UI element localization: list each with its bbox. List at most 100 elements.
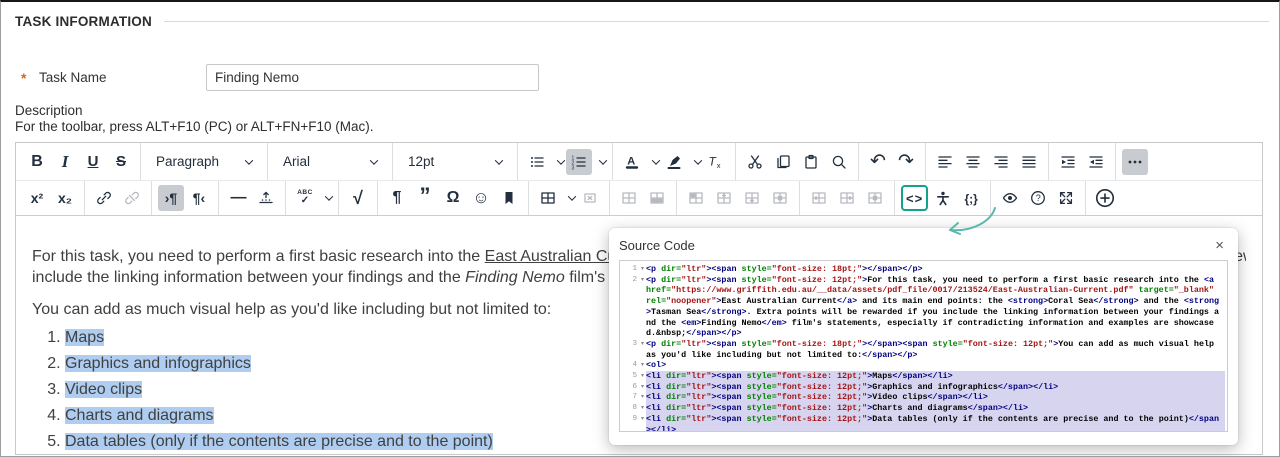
fold-arrow-icon[interactable]: ▾ <box>637 360 644 371</box>
toolbar-group <box>529 181 610 215</box>
insert-button[interactable] <box>1092 185 1118 211</box>
align-right-button[interactable] <box>988 149 1014 175</box>
close-icon[interactable]: × <box>1211 236 1228 255</box>
code-text: <li dir="ltr"><span style="font-size: 12… <box>646 381 1225 393</box>
eye-icon <box>1002 190 1018 206</box>
line-number: 1 ▾ <box>632 264 644 275</box>
right-to-left-button[interactable]: ¶‹ <box>186 185 212 211</box>
spellcheck-button[interactable]: ABC ✓ <box>292 185 318 211</box>
left-to-right-button[interactable]: ›¶ <box>158 185 184 211</box>
more-toolbar-button[interactable] <box>1122 148 1148 175</box>
copy-button[interactable] <box>770 149 796 175</box>
delete-table-button[interactable] <box>577 185 603 211</box>
fold-arrow-icon[interactable]: ▾ <box>637 275 644 286</box>
text-color-dropdown[interactable] <box>646 149 660 175</box>
fold-arrow-icon[interactable]: ▾ <box>637 392 644 403</box>
numbered-list-dropdown[interactable] <box>593 149 607 175</box>
align-center-button[interactable] <box>960 149 986 175</box>
table-dropdown[interactable] <box>562 185 576 211</box>
toolbar-group: ABC ✓ <box>286 181 339 215</box>
cell-properties-button[interactable] <box>683 185 709 211</box>
source-code-button[interactable]: <> <box>901 185 929 211</box>
codesample-icon: {;} <box>964 191 978 206</box>
fold-arrow-icon[interactable]: ▾ <box>637 403 644 414</box>
paste-button[interactable] <box>798 149 824 175</box>
clear-formatting-button[interactable]: Tx <box>703 149 729 175</box>
paragraph-format-select[interactable]: Paragraph <box>148 149 260 175</box>
undo-button[interactable]: ↶ <box>865 149 891 175</box>
insert-row-below-button[interactable] <box>739 185 765 211</box>
table-button[interactable] <box>535 185 561 211</box>
blockquote-button[interactable]: ” <box>412 184 438 211</box>
row-properties-button[interactable] <box>644 185 670 211</box>
task-name-input[interactable] <box>206 64 539 91</box>
subscript-button[interactable]: x₂ <box>52 185 78 211</box>
content-text: include the linking information between … <box>32 269 466 286</box>
special-character-button[interactable]: Ω <box>440 185 466 211</box>
paragraph-marks-button[interactable]: ¶ <box>384 185 410 211</box>
code-text: <ol> <box>646 360 667 371</box>
delcol-icon <box>867 190 883 206</box>
horizontal-rule-button[interactable]: — <box>225 185 251 211</box>
numbered-list-button[interactable]: 123 <box>566 148 592 175</box>
superscript-button[interactable]: x² <box>24 185 50 211</box>
highlight-color-button[interactable] <box>661 149 687 175</box>
italic-button[interactable]: I <box>52 149 78 175</box>
toolbar-group <box>85 181 152 215</box>
unlink-button[interactable] <box>119 185 145 211</box>
fold-arrow-icon[interactable]: ▾ <box>637 382 644 393</box>
toolbar-row-1: B I U S Paragraph Arial 12pt 1 2 3 A Tx ↶ ↷ <box>16 143 1262 180</box>
text-color-button[interactable]: A <box>619 149 645 175</box>
bullet-list-button[interactable] <box>524 149 550 175</box>
indent-button[interactable] <box>1055 149 1081 175</box>
outdent-button[interactable] <box>1083 149 1109 175</box>
bold-button[interactable]: B <box>24 149 50 175</box>
delete-row-button[interactable] <box>767 185 793 211</box>
page-break-button[interactable] <box>253 185 279 211</box>
preview-button[interactable] <box>997 185 1023 211</box>
find-replace-button[interactable] <box>826 149 852 175</box>
code-line: 2 ▾ <p dir="ltr"><span style="font-size: 1… <box>622 275 1225 339</box>
source-code-dialog: Source Code × 1 ▾ <p dir="ltr"><span style… <box>609 228 1238 445</box>
toolbar-row-2: x² x₂ ›¶ ¶‹ — ABC ✓ √ ¶ ” Ω ☺ <> {;}? <box>16 180 1262 216</box>
insert-column-left-button[interactable] <box>806 185 832 211</box>
source-code-editor[interactable]: 1 ▾ <p dir="ltr"><span style="font-size: 1… <box>619 260 1228 432</box>
table-properties-button[interactable] <box>616 185 642 211</box>
fold-arrow-icon[interactable]: ▾ <box>637 264 644 275</box>
emoticons-button[interactable]: ☺ <box>468 185 494 211</box>
anchor-button[interactable] <box>496 185 522 211</box>
align-left-button[interactable] <box>932 149 958 175</box>
cut-button[interactable] <box>742 149 768 175</box>
font-size-select[interactable]: 12pt <box>400 149 510 175</box>
highlight-color-dropdown[interactable] <box>688 149 702 175</box>
bullet-list-dropdown[interactable] <box>551 149 565 175</box>
redo-button[interactable]: ↷ <box>893 149 919 175</box>
justify-button[interactable] <box>1016 149 1042 175</box>
underline-button[interactable]: U <box>80 149 106 175</box>
fold-arrow-icon[interactable]: ▾ <box>637 414 644 425</box>
code-text: <p dir="ltr"><span style="font-size: 18p… <box>646 338 1220 360</box>
svg-text:3: 3 <box>572 165 575 169</box>
insert-link-button[interactable] <box>91 185 117 211</box>
toolbar-group <box>1049 143 1116 180</box>
fold-arrow-icon[interactable]: ▾ <box>637 339 644 350</box>
fold-arrow-icon[interactable]: ▾ <box>637 371 644 382</box>
toolbar-group <box>800 181 895 215</box>
pagebreak-icon <box>258 190 274 206</box>
selected-text: Data tables (only if the contents are pr… <box>65 433 493 450</box>
toolbar-group: ? <box>991 181 1087 215</box>
insert-column-right-button[interactable] <box>834 185 860 211</box>
line-number: 3 ▾ <box>632 339 644 350</box>
more-icon <box>1127 154 1143 170</box>
code-sample-button[interactable]: {;} <box>958 185 984 211</box>
font-family-select[interactable]: Arial <box>275 149 385 175</box>
strikethrough-button[interactable]: S <box>108 149 134 175</box>
accessibility-checker-button[interactable] <box>930 185 956 211</box>
insert-row-above-button[interactable] <box>711 185 737 211</box>
equation-button[interactable]: √ <box>345 185 371 211</box>
fullscreen-button[interactable] <box>1053 185 1079 211</box>
delete-column-button[interactable] <box>862 185 888 211</box>
spellcheck-dropdown[interactable] <box>319 185 333 211</box>
toolbar-group: 123 <box>518 143 613 180</box>
help-button[interactable]: ? <box>1025 185 1051 211</box>
